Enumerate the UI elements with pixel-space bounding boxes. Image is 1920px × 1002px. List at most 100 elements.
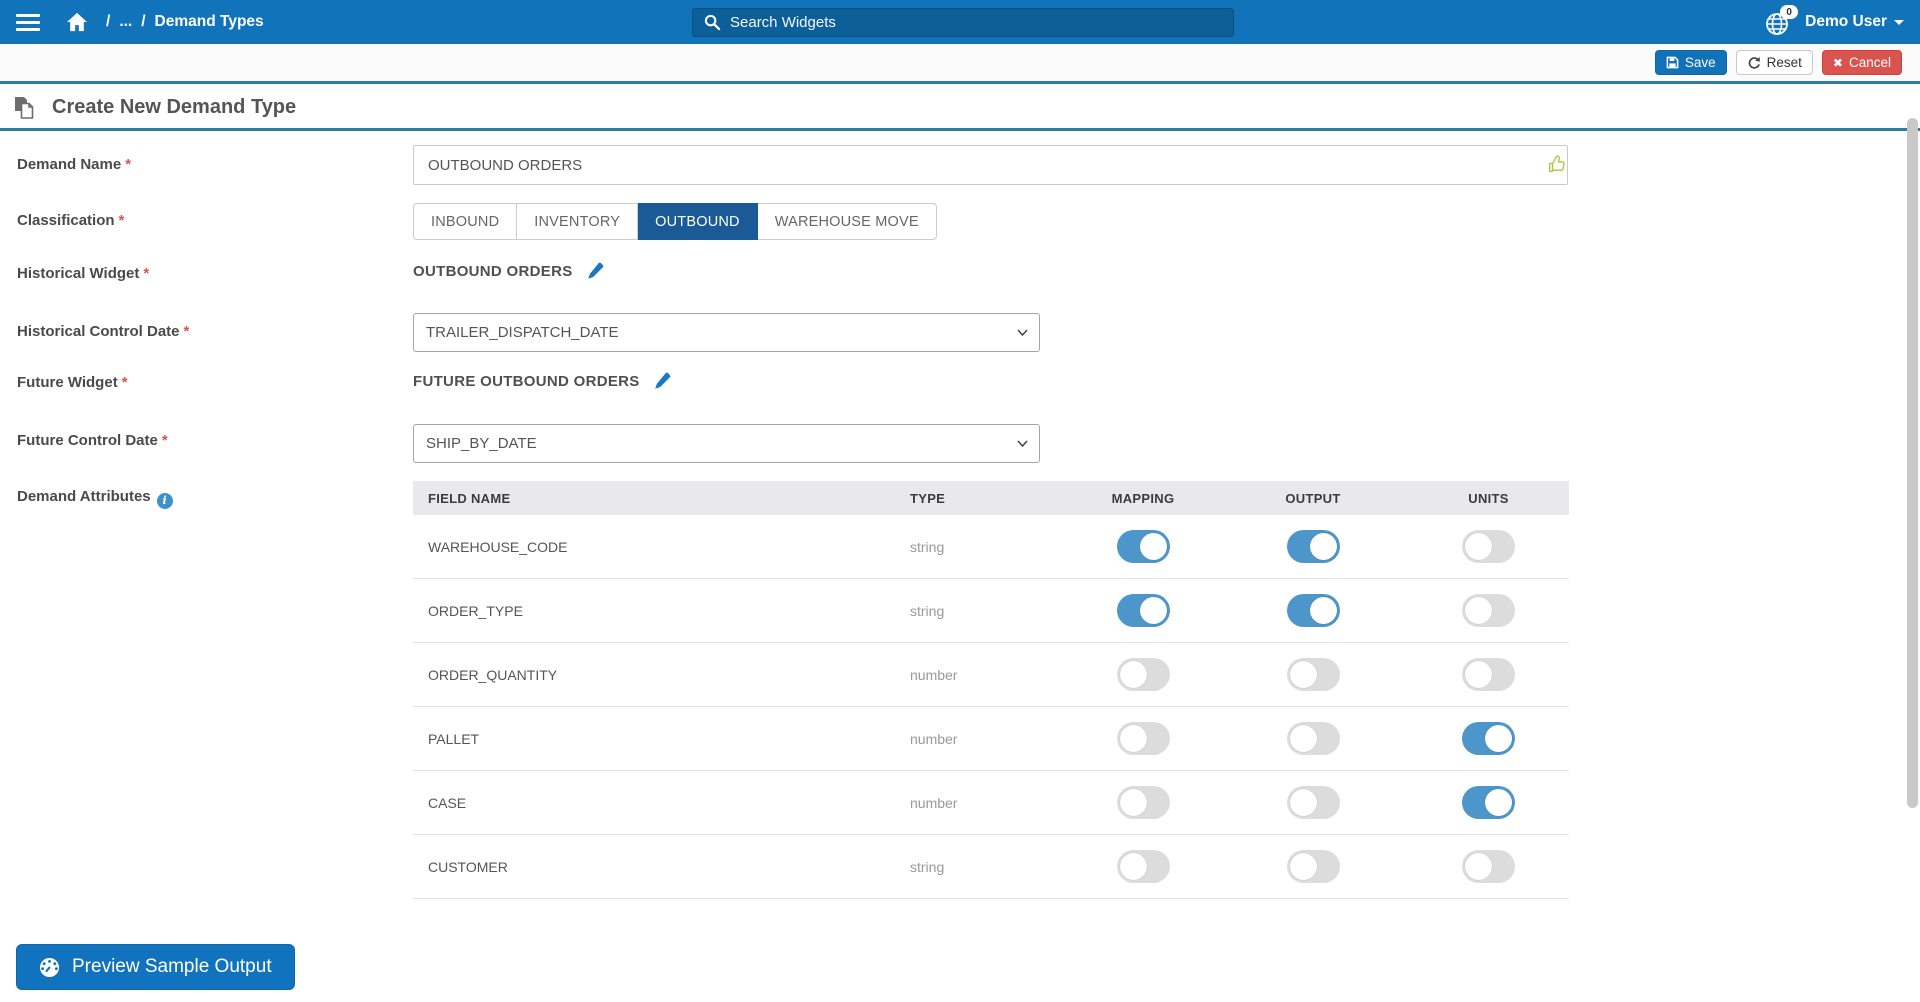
units-toggle[interactable] <box>1462 658 1515 691</box>
units-toggle[interactable] <box>1462 530 1515 563</box>
reset-button[interactable]: Reset <box>1735 50 1813 75</box>
mapping-toggle[interactable] <box>1116 530 1170 563</box>
dashboard-gauge-icon <box>39 957 60 977</box>
field-name-cell: ORDER_TYPE <box>428 602 523 619</box>
vertical-scrollbar-thumb[interactable] <box>1907 118 1918 808</box>
toggle-knob <box>1309 597 1337 624</box>
breadcrumb-current-page: Demand Types <box>154 13 264 30</box>
info-icon[interactable]: i <box>156 492 173 509</box>
classification-option-warehouse-move[interactable]: WAREHOUSE MOVE <box>757 203 937 240</box>
home-icon[interactable] <box>66 12 88 32</box>
field-type-cell: number <box>910 794 958 811</box>
table-row: CASE number <box>413 771 1569 835</box>
column-header-output: OUTPUT <box>1285 490 1341 506</box>
demand-attributes-label: Demand Attributes i <box>17 488 173 509</box>
breadcrumb-separator: / <box>141 13 146 30</box>
output-toggle[interactable] <box>1286 658 1340 691</box>
mapping-toggle[interactable] <box>1116 722 1170 755</box>
toggle-knob <box>1485 789 1512 816</box>
units-toggle[interactable] <box>1462 786 1515 819</box>
search-input[interactable] <box>730 14 1233 31</box>
output-toggle[interactable] <box>1286 786 1340 819</box>
output-toggle[interactable] <box>1286 530 1340 563</box>
demand-attributes-table: FIELD NAME TYPE MAPPING OUTPUT UNITS WAR… <box>413 481 1569 899</box>
field-type-cell: number <box>910 666 958 683</box>
historical-control-date-select[interactable]: TRAILER_DISPATCH_DATE <box>413 313 1040 352</box>
table-header-row: FIELD NAME TYPE MAPPING OUTPUT UNITS <box>413 481 1569 515</box>
toggle-knob <box>1289 661 1317 688</box>
breadcrumb-ellipsis[interactable]: ... <box>119 13 132 31</box>
classification-option-outbound[interactable]: OUTBOUND <box>638 203 758 240</box>
toggle-knob <box>1485 725 1512 752</box>
close-icon: ✖ <box>1832 55 1843 70</box>
output-toggle[interactable] <box>1286 594 1340 627</box>
field-type-cell: string <box>910 602 945 619</box>
demand-name-label: Demand Name * <box>17 156 132 173</box>
classification-option-inventory[interactable]: INVENTORY <box>517 203 639 240</box>
table-row: ORDER_QUANTITY number <box>413 643 1569 707</box>
toggle-knob <box>1465 661 1492 688</box>
toggle-knob <box>1289 789 1317 816</box>
toggle-knob <box>1309 533 1337 560</box>
toggle-knob <box>1119 661 1147 688</box>
historical-widget-value-row: OUTBOUND ORDERS <box>413 262 604 280</box>
field-name-cell: CASE <box>428 794 467 811</box>
future-widget-value: FUTURE OUTBOUND ORDERS <box>413 372 640 390</box>
toggle-knob <box>1289 725 1317 752</box>
units-toggle[interactable] <box>1462 722 1515 755</box>
notifications-globe-icon[interactable]: 0 <box>1764 5 1799 39</box>
field-name-cell: WAREHOUSE_CODE <box>428 538 568 555</box>
required-asterisk: * <box>125 156 132 173</box>
toggle-knob <box>1465 533 1492 560</box>
output-toggle[interactable] <box>1286 850 1340 883</box>
toggle-knob <box>1465 853 1492 880</box>
preview-sample-output-button[interactable]: Preview Sample Output <box>16 944 295 990</box>
table-row: ORDER_TYPE string <box>413 579 1569 643</box>
top-navbar: / ... / Demand Types 0 Demo User <box>0 0 1920 44</box>
historical-control-date-select-wrap: TRAILER_DISPATCH_DATE <box>413 313 1040 352</box>
refresh-icon <box>1748 56 1760 69</box>
required-asterisk: * <box>121 374 128 391</box>
widget-search-bar <box>692 8 1234 37</box>
edit-pencil-icon[interactable] <box>586 262 604 280</box>
mapping-toggle[interactable] <box>1116 594 1170 627</box>
chevron-down-icon <box>1894 19 1904 25</box>
output-toggle[interactable] <box>1286 722 1340 755</box>
future-widget-label: Future Widget * <box>17 374 128 391</box>
toggle-knob <box>1119 725 1147 752</box>
action-toolbar: Save Reset ✖ Cancel <box>0 44 1920 84</box>
column-header-units: UNITS <box>1468 490 1509 506</box>
table-row: WAREHOUSE_CODE string <box>413 515 1569 579</box>
field-type-cell: string <box>910 538 945 555</box>
field-name-cell: PALLET <box>428 730 480 747</box>
mapping-toggle[interactable] <box>1116 658 1170 691</box>
save-icon <box>1666 56 1679 69</box>
classification-option-inbound[interactable]: INBOUND <box>413 203 518 240</box>
mapping-toggle[interactable] <box>1116 786 1170 819</box>
app-window: / ... / Demand Types 0 Demo User Save <box>0 0 1920 1002</box>
reset-button-label: Reset <box>1766 55 1802 70</box>
units-toggle[interactable] <box>1462 850 1515 883</box>
mapping-toggle[interactable] <box>1116 850 1170 883</box>
units-toggle[interactable] <box>1462 594 1515 627</box>
preview-button-label: Preview Sample Output <box>72 956 272 977</box>
save-button[interactable]: Save <box>1654 50 1727 75</box>
page-header: Create New Demand Type <box>0 87 1920 131</box>
demand-name-input[interactable] <box>413 145 1568 185</box>
toggle-knob <box>1139 533 1167 560</box>
future-control-date-select[interactable]: SHIP_BY_DATE <box>413 424 1040 463</box>
thumbs-up-valid-icon <box>1548 155 1565 172</box>
breadcrumb: / ... / Demand Types <box>106 13 264 31</box>
hamburger-menu-icon[interactable] <box>16 13 40 31</box>
user-area: 0 Demo User <box>1764 0 1904 44</box>
historical-control-date-label: Historical Control Date * <box>17 323 190 340</box>
notification-count-badge: 0 <box>1780 5 1799 19</box>
page-title: Create New Demand Type <box>52 96 297 118</box>
save-button-label: Save <box>1684 55 1716 70</box>
classification-button-group: INBOUND INVENTORY OUTBOUND WAREHOUSE MOV… <box>413 203 937 240</box>
required-asterisk: * <box>161 432 168 449</box>
edit-pencil-icon[interactable] <box>653 372 671 390</box>
user-menu[interactable]: Demo User <box>1805 13 1904 31</box>
breadcrumb-separator: / <box>106 13 111 30</box>
cancel-button[interactable]: ✖ Cancel <box>1821 50 1902 75</box>
